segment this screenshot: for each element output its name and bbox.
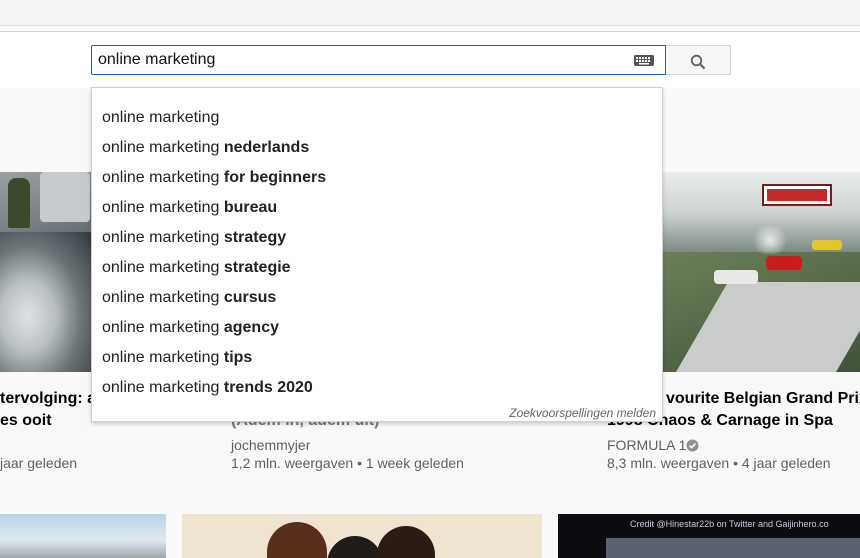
- thumbnail-frame: [606, 538, 860, 558]
- suggestion-item[interactable]: online marketing strategy: [92, 223, 664, 253]
- browser-toolbar: [0, 0, 860, 26]
- search-button[interactable]: [666, 45, 731, 75]
- channel-name[interactable]: FORMULA 1: [607, 436, 686, 454]
- suggestion-item[interactable]: online marketing for beginners: [92, 163, 664, 193]
- video-title-line1[interactable]: tervolging: ag: [0, 388, 106, 410]
- verified-check-icon: [686, 439, 699, 452]
- search-input[interactable]: [98, 50, 618, 70]
- report-predictions-link[interactable]: Zoekvoorspellingen melden: [509, 406, 656, 420]
- video-meta: 1,2 mln. weergaven • 1 week geleden: [231, 455, 464, 471]
- suggestion-item[interactable]: online marketing: [92, 103, 664, 133]
- video-thumbnail[interactable]: [0, 172, 92, 372]
- thumbnail-figure: [8, 178, 30, 228]
- suggestion-item[interactable]: online marketing strategie: [92, 253, 664, 283]
- suggestion-item[interactable]: online marketing cursus: [92, 283, 664, 313]
- video-thumbnail[interactable]: [182, 514, 542, 558]
- thumbnail-car-shape: [0, 232, 92, 372]
- thumbnail-background: [40, 172, 90, 222]
- video-thumbnail[interactable]: [0, 514, 166, 558]
- thumbnail-car-red: [766, 256, 802, 270]
- suggestion-item[interactable]: online marketing nederlands: [92, 133, 664, 163]
- suggestion-item[interactable]: online marketing bureau: [92, 193, 664, 223]
- thumbnail-smoke: [750, 226, 790, 254]
- video-meta: jaar geleden: [0, 455, 78, 471]
- thumbnail-watermark: Credit @Hinestar22b on Twitter and Gaiji…: [630, 519, 829, 529]
- suggestion-item[interactable]: online marketing trends 2020: [92, 373, 664, 403]
- channel-name[interactable]: jochemmyjer: [231, 436, 310, 454]
- search-box[interactable]: [91, 45, 666, 75]
- video-thumbnail-f1[interactable]: [662, 172, 860, 372]
- thumbnail-car-white: [714, 270, 758, 284]
- thumbnail-person: [377, 526, 435, 558]
- search-icon: [690, 54, 706, 70]
- autocomplete-dropdown: online marketing online marketing nederl…: [91, 87, 663, 422]
- video-title-line1[interactable]: vourite Belgian Grand Prix -: [666, 388, 860, 410]
- video-title-line2[interactable]: es ooit: [0, 410, 52, 432]
- suggestion-item[interactable]: online marketing tips: [92, 343, 664, 373]
- thumbnail-person: [267, 522, 327, 558]
- suggestion-item[interactable]: online marketing agency: [92, 313, 664, 343]
- thumbnail-banner-fill: [767, 189, 827, 201]
- thumbnail-car-yellow: [812, 240, 842, 250]
- thumbnail-person: [327, 536, 383, 558]
- video-meta: 8,3 mln. weergaven • 4 jaar geleden: [607, 455, 831, 471]
- keyboard-icon[interactable]: [634, 55, 654, 66]
